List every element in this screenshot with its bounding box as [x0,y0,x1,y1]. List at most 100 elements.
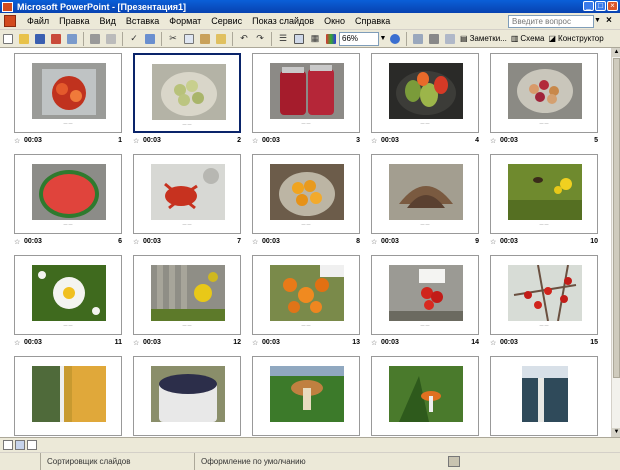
slide-number: 14 [471,339,479,346]
menu-file[interactable]: Файл [22,16,54,26]
slide-image [32,63,106,119]
transition-icon[interactable]: ☆ [252,238,258,246]
transition-scheme-button[interactable]: ▥ Схема [509,34,547,43]
close-button[interactable]: × [607,1,618,11]
vertical-scrollbar[interactable]: ▲ ▼ [611,48,620,437]
transition-icon[interactable]: ☆ [14,238,20,246]
transition-icon[interactable]: ☆ [133,137,139,145]
document-close-icon[interactable]: × [606,15,612,26]
normal-view-icon[interactable] [3,440,13,450]
slide-image [508,265,582,321]
transition-icon[interactable]: ☆ [371,339,377,347]
slide-thumbnail[interactable]: — — ☆ 00:03 6 [14,154,122,246]
rehearse-timings-icon[interactable] [427,32,441,46]
color-grayscale-icon[interactable] [324,32,338,46]
slide-thumbnail[interactable]: — — ☆ 00:03 3 [252,53,360,145]
designer-button[interactable]: ◪ Конструктор [546,34,605,43]
slide-number: 12 [233,339,241,346]
transition-icon[interactable]: ☆ [133,339,139,347]
hide-slide-icon[interactable] [411,32,425,46]
menu-tools[interactable]: Сервис [206,16,247,26]
print-preview-icon[interactable] [104,32,118,46]
slide-thumbnail[interactable]: — — ☆ 00:03 8 [252,154,360,246]
transition-icon[interactable]: ☆ [490,238,496,246]
summary-slide-icon[interactable] [443,32,457,46]
new-icon[interactable] [1,32,15,46]
slide-caption: — — [420,120,430,125]
slide-thumbnail[interactable]: — — ☆ 00:03 13 [252,255,360,347]
slide-sorter-view-icon[interactable] [15,440,25,450]
menu-format[interactable]: Формат [164,16,206,26]
slide-thumbnail[interactable]: — — ☆ 00:03 11 [14,255,122,347]
transition-icon[interactable]: ☆ [133,238,139,246]
open-icon[interactable] [17,32,31,46]
slide-thumbnail[interactable]: — — ☆ 00:03 15 [490,255,598,347]
transition-icon[interactable]: ☆ [490,137,496,145]
grid-icon[interactable]: ▦ [308,32,322,46]
slide-caption: — — [301,322,311,327]
slide-thumbnail[interactable]: — — ☆ 00:03 7 [133,154,241,246]
expand-all-icon[interactable]: ☰ [276,32,290,46]
slide-thumbnail[interactable]: — — ☆ 00:03 14 [371,255,479,347]
zoom-select[interactable]: 66% [339,31,379,46]
menu-help[interactable]: Справка [350,16,395,26]
paste-icon[interactable] [198,32,212,46]
slide-thumbnail[interactable]: — — ☆ 00:03 4 [371,53,479,145]
spelling-status-icon[interactable] [448,456,460,467]
slide-thumbnail[interactable] [490,356,598,437]
maximize-button[interactable]: □ [595,1,606,11]
format-painter-icon[interactable] [214,32,228,46]
transition-icon[interactable]: ☆ [371,238,377,246]
menu-slideshow[interactable]: Показ слайдов [247,16,319,26]
transition-icon[interactable]: ☆ [490,339,496,347]
redo-icon[interactable]: ↷ [253,32,267,46]
slide-thumbnail[interactable]: — — ☆ 00:03 9 [371,154,479,246]
email-icon[interactable] [65,32,79,46]
transition-icon[interactable]: ☆ [14,137,20,145]
transition-icon[interactable]: ☆ [252,137,258,145]
slide-image [389,366,463,422]
transition-icon[interactable]: ☆ [252,339,258,347]
transition-icon[interactable]: ☆ [371,137,377,145]
chevron-down-icon[interactable]: ▼ [594,17,601,24]
slide-thumbnail[interactable] [133,356,241,437]
permission-icon[interactable] [49,32,63,46]
slide-thumbnail[interactable] [14,356,122,437]
menu-insert[interactable]: Вставка [121,16,164,26]
slide-thumbnail[interactable] [252,356,360,437]
cut-icon[interactable]: ✂ [166,32,180,46]
menu-edit[interactable]: Правка [54,16,94,26]
document-icon[interactable] [4,15,16,27]
slide-timing: 00:03 [381,339,399,346]
menu-window[interactable]: Окно [319,16,350,26]
slide-thumbnail[interactable]: — — ☆ 00:03 12 [133,255,241,347]
slide-timing: 00:03 [143,137,161,144]
help-icon[interactable] [388,32,402,46]
scroll-down-icon[interactable]: ▼ [612,428,620,437]
research-icon[interactable] [143,32,157,46]
print-icon[interactable] [88,32,102,46]
slide-image [32,265,106,321]
notes-button[interactable]: ▤ Заметки... [458,34,509,43]
spelling-icon[interactable]: ✓ [127,32,141,46]
minimize-button[interactable]: _ [583,1,594,11]
help-search-input[interactable]: Введите вопрос [508,15,594,28]
undo-icon[interactable]: ↶ [237,32,251,46]
show-formatting-icon[interactable] [292,32,306,46]
menu-view[interactable]: Вид [95,16,121,26]
save-icon[interactable] [33,32,47,46]
slide-thumbnail[interactable]: — — ☆ 00:03 10 [490,154,598,246]
copy-icon[interactable] [182,32,196,46]
slide-thumbnail[interactable] [371,356,479,437]
slide-thumbnail[interactable]: — — ☆ 00:03 5 [490,53,598,145]
slideshow-view-icon[interactable] [27,440,37,450]
scroll-thumb[interactable] [613,58,620,378]
view-buttons-bar [0,437,620,452]
slide-thumbnail[interactable]: — — ☆ 00:03 2 [133,53,241,145]
scroll-up-icon[interactable]: ▲ [612,48,620,57]
transition-icon[interactable]: ☆ [14,339,20,347]
slide-timing: 00:03 [24,137,42,144]
slide-thumbnail[interactable]: — — ☆ 00:03 1 [14,53,122,145]
zoom-chevron-down-icon[interactable]: ▼ [379,32,387,46]
standard-toolbar: ✓ ✂ ↶ ↷ ☰ ▦ 66% ▼ ▤ Заметки... ▥ Схема ◪ Ко… [0,30,620,48]
